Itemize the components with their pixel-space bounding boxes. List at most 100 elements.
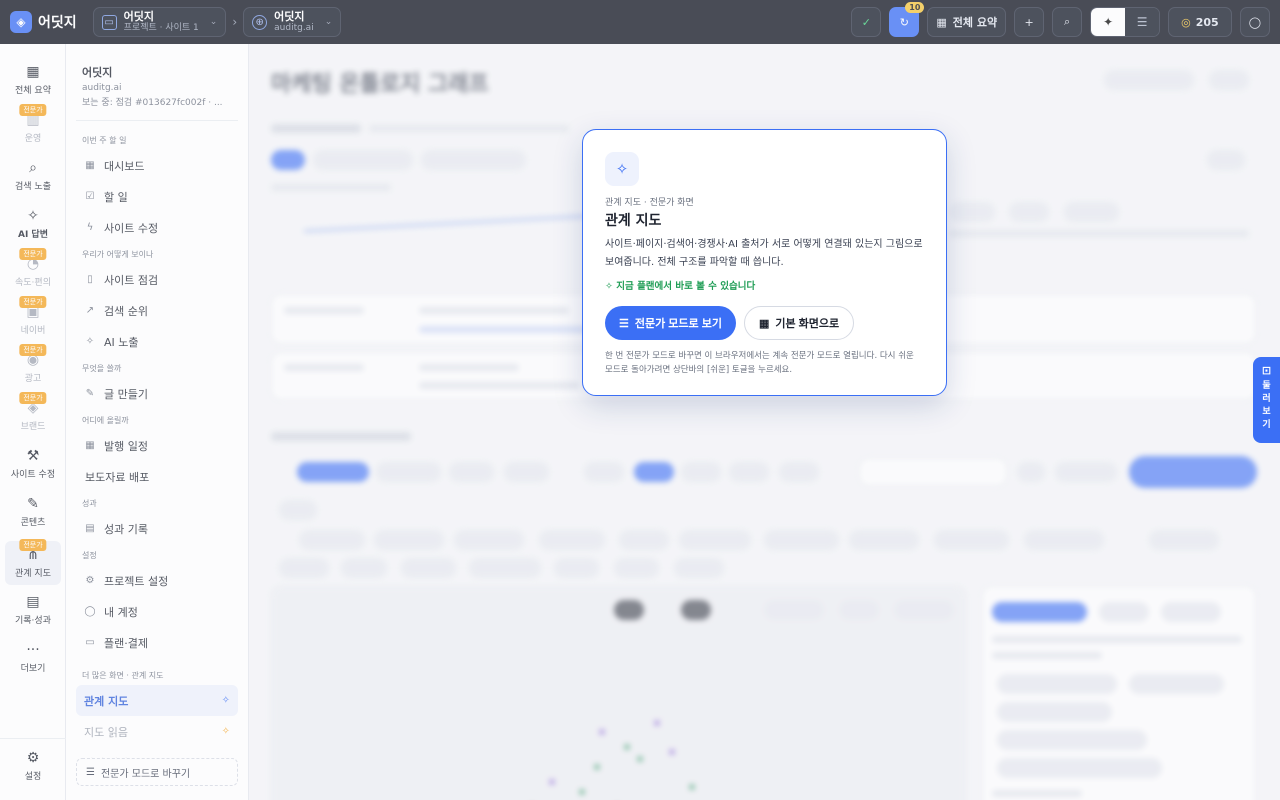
legend-pill — [401, 558, 456, 578]
modal-actions: ☰ 전문가 모드로 보기 ▦ 기본 화면으로 — [605, 306, 924, 340]
legend-pill — [454, 530, 524, 550]
rail-item-settings[interactable]: ⚙ 설정 — [5, 744, 61, 788]
nav-performance[interactable]: ▤ 성과 기록 — [76, 513, 238, 544]
graph-node — [549, 779, 555, 785]
folder-icon: ▭ — [101, 14, 117, 30]
status-check-button[interactable]: ✓ — [851, 7, 882, 37]
rail-item-speed[interactable]: 전문가 ◔ 속도·편의 — [5, 248, 61, 294]
grid-icon: ▦ — [26, 64, 40, 80]
nav-label: 프로젝트 설정 — [104, 574, 169, 588]
site-title: 어딧지 — [274, 10, 305, 23]
pro-badge: 전문가 — [19, 248, 47, 260]
app-logo[interactable]: ◈ 어딧지 — [10, 11, 77, 33]
sidebar: 어딧지 auditg.ai 보는 중: 점검 #013627fc002f · .… — [66, 44, 249, 800]
nav-label: 글 만들기 — [104, 387, 148, 401]
rail-item-naver[interactable]: 전문가 ▣ 네이버 — [5, 296, 61, 342]
coin-icon: ◎ — [1181, 15, 1191, 29]
nav-press-release[interactable]: 보도자료 배포 — [76, 461, 238, 492]
basic-view-button[interactable]: ▦ 기본 화면으로 — [743, 306, 855, 340]
sparkle-icon: ✧ — [221, 726, 230, 737]
app-name: 어딧지 — [38, 15, 77, 31]
sparkle-icon: ✧ — [605, 281, 617, 292]
rail-item-site-fix[interactable]: ⚒ 사이트 수정 — [5, 442, 61, 486]
mode-toggle[interactable]: ✦ ☰ — [1090, 7, 1161, 37]
pen-icon: ✎ — [85, 388, 95, 399]
summary-button[interactable]: ▦ 전체 요약 — [927, 7, 1007, 37]
rail-item-search[interactable]: ⌕ 검색 노출 — [5, 154, 61, 198]
search-button[interactable]: ⌕ — [1052, 7, 1083, 37]
pro-badge: 전문가 — [19, 539, 47, 551]
nav-map-reading[interactable]: 지도 읽음 ✧ — [76, 716, 238, 747]
nav-account[interactable]: ◯ 내 계정 — [76, 596, 238, 627]
nav-label: 할 일 — [104, 190, 128, 204]
nav-ai-exposure[interactable]: ✧ AI 노출 — [76, 326, 238, 357]
rail-item-more[interactable]: ··· 더보기 — [5, 636, 61, 680]
tag-pill — [949, 202, 995, 222]
filter-pill — [376, 462, 441, 482]
plus-icon: + — [1024, 15, 1034, 29]
legend-pill — [614, 558, 659, 578]
expert-mode-toggle-chip[interactable]: ☰ 전문가 모드로 바꾸기 — [76, 758, 238, 786]
easy-mode-wand-icon[interactable]: ✦ — [1091, 8, 1126, 36]
sparkle-icon: ✧ — [27, 208, 39, 224]
legend-pill — [299, 530, 365, 550]
rail-item-content[interactable]: ✎ 콘텐츠 — [5, 490, 61, 534]
section-title: 우리가 어떻게 보이나 — [82, 250, 154, 259]
nav-relation-map[interactable]: 관계 지도 ✧ — [76, 685, 238, 716]
graph-control — [614, 600, 644, 620]
gear-icon: ⚙ — [26, 750, 40, 766]
account-button[interactable]: ◯ — [1239, 7, 1270, 37]
sparkle-icon: ✧ — [85, 336, 95, 347]
detail-text — [992, 652, 1102, 659]
nav-site-fix[interactable]: ϟ 사이트 수정 — [76, 212, 238, 243]
nav-project-settings[interactable]: ⚙ 프로젝트 설정 — [76, 565, 238, 596]
rail-item-operations[interactable]: 전문가 ▥ 운영 — [5, 104, 61, 150]
credits-button[interactable]: ◎ 205 — [1168, 7, 1232, 37]
legend-pill — [539, 530, 605, 550]
rail-item-overview[interactable]: ▦ 전체 요약 — [5, 58, 61, 102]
project-switcher[interactable]: ▭ 어딧지 프로젝트 · 사이트 1 ⌄ — [92, 7, 227, 37]
rail-item-relation-map[interactable]: 전문가 ⋔ 관계 지도 — [5, 539, 61, 585]
sync-button[interactable]: ↻ 10 — [889, 2, 925, 37]
rail-item-ads[interactable]: 전문가 ◉ 광고 — [5, 344, 61, 390]
section-heading — [271, 432, 411, 441]
site-switcher[interactable]: ⊕ 어딧지 auditg.ai ⌄ — [243, 7, 342, 37]
legend-pill — [849, 530, 919, 550]
nav-write[interactable]: ✎ 글 만들기 — [76, 378, 238, 409]
expert-mode-button[interactable]: ☰ 전문가 모드로 보기 — [605, 306, 736, 340]
top-bar: ◈ 어딧지 ▭ 어딧지 프로젝트 · 사이트 1 ⌄ › ⊕ 어딧지 audit… — [0, 0, 1280, 44]
graph-control — [894, 600, 954, 620]
logo-shield-icon: ◈ — [10, 11, 32, 33]
expert-mode-sliders-icon[interactable]: ☰ — [1125, 8, 1160, 36]
nav-label: 관계 지도 — [84, 694, 129, 708]
nav-search-rank[interactable]: ↗ 검색 순위 — [76, 295, 238, 326]
chevron-down-icon: ⌄ — [209, 17, 218, 27]
rail-item-brand[interactable]: 전문가 ◈ 브랜드 — [5, 392, 61, 438]
tour-side-tab[interactable]: ⊡ 둘 러 보 기 — [1253, 357, 1280, 443]
rail-label: 운영 — [24, 134, 42, 144]
legend-pill — [679, 530, 751, 550]
rail-item-ai-answers[interactable]: ✧ AI 답변 — [5, 202, 61, 246]
detail-chip — [1129, 674, 1224, 694]
section-title: 이번 주 할 일 — [82, 136, 127, 145]
card-icon: ▭ — [85, 637, 95, 648]
sliders-icon: ☰ — [86, 766, 95, 778]
nav-site-audit[interactable]: ▯ 사이트 점검 — [76, 264, 238, 295]
add-button[interactable]: + — [1014, 7, 1045, 37]
rail-item-records[interactable]: ▤ 기록·성과 — [5, 588, 61, 632]
log-text — [419, 382, 579, 389]
nav-schedule[interactable]: ▦ 발행 일정 — [76, 430, 238, 461]
nav-dashboard[interactable]: ▦ 대시보드 — [76, 150, 238, 181]
filter-search — [859, 458, 1007, 486]
filter-pill — [1207, 150, 1245, 170]
section-title: 더 많은 화면 · 관계 지도 — [82, 671, 164, 680]
legend-pill — [764, 530, 839, 550]
sparkle-icon: ✧ — [221, 695, 230, 706]
modal-eyebrow: 관계 지도 · 전문가 화면 — [605, 198, 694, 208]
section-title: 어디에 올릴까 — [82, 416, 129, 425]
nav-todo[interactable]: ☑ 할 일 — [76, 181, 238, 212]
nav-billing[interactable]: ▭ 플랜·결제 — [76, 627, 238, 658]
detail-tab — [992, 602, 1087, 622]
filter-pill — [313, 150, 413, 170]
rail-label: 관계 지도 — [15, 569, 51, 579]
